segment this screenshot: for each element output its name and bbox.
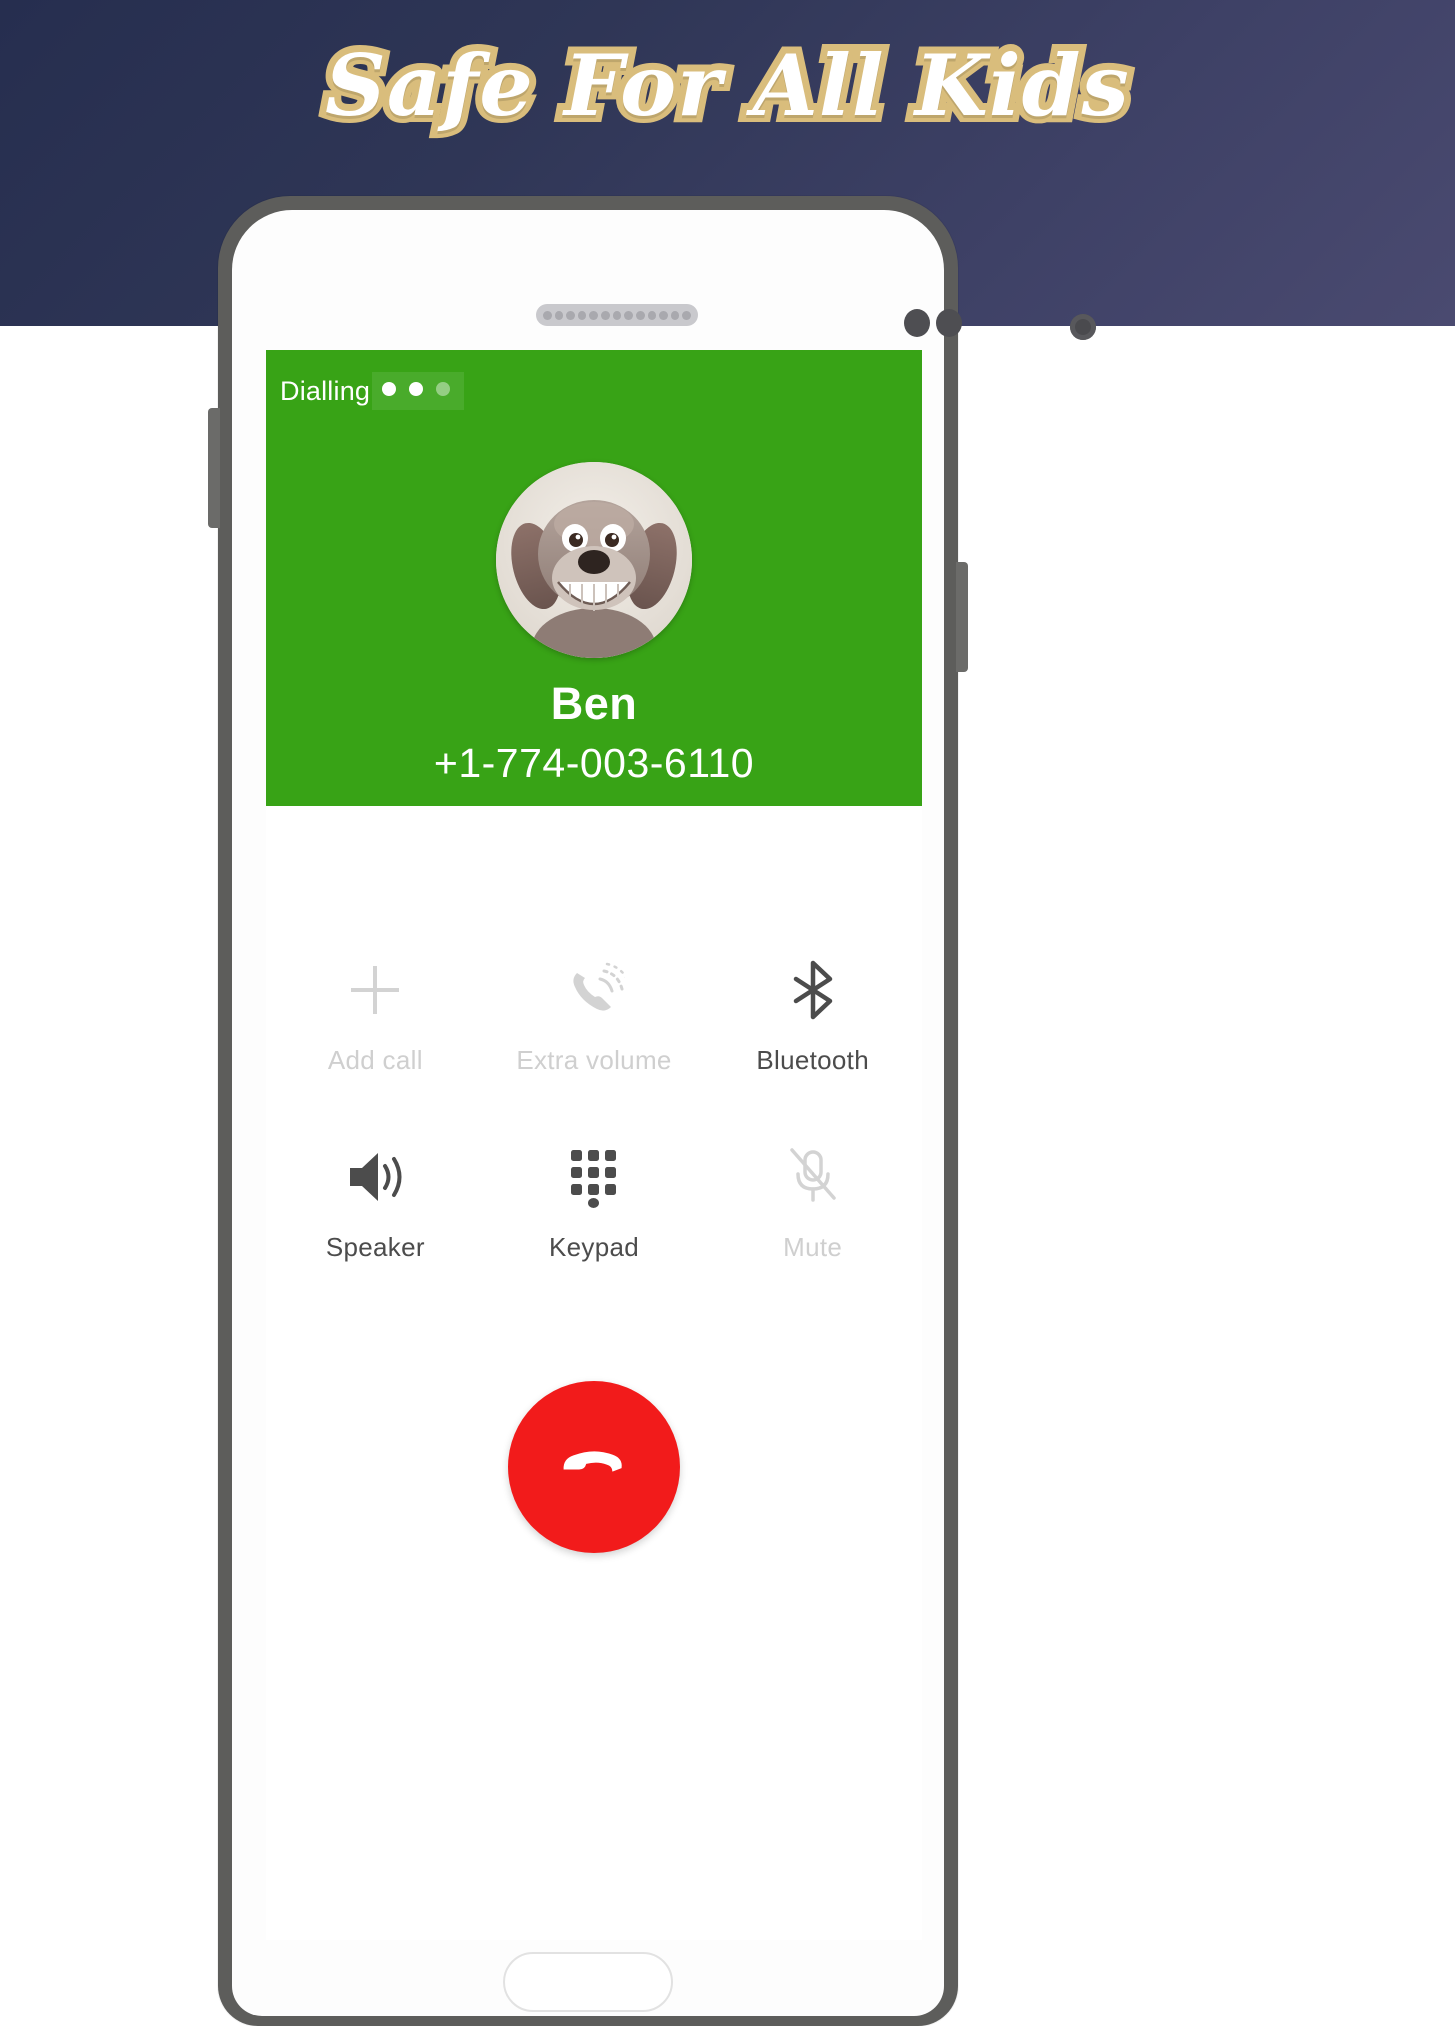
extra-volume-label: Extra volume: [516, 1045, 672, 1075]
home-button[interactable]: [503, 1952, 673, 2012]
banner-title: Safe For All Kids: [318, 29, 1136, 142]
add-call-button[interactable]: Add call: [266, 951, 485, 1076]
dog-avatar-art: [496, 462, 692, 658]
mute-button[interactable]: Mute: [703, 1138, 922, 1263]
dialling-dots-icon: [372, 372, 465, 410]
keypad-button[interactable]: Keypad: [485, 1138, 704, 1263]
end-call-button[interactable]: [508, 1381, 680, 1553]
call-status-label: Dialling: [280, 375, 371, 406]
contact-name: Ben: [550, 678, 638, 729]
end-call-area: [266, 1381, 922, 1553]
bluetooth-button[interactable]: Bluetooth: [703, 951, 922, 1076]
mute-label: Mute: [783, 1232, 843, 1262]
phone-screen: Dialling Ben +1-774-003-6110 Add call Ex…: [266, 350, 922, 1940]
phone-mockup: Dialling Ben +1-774-003-6110 Add call Ex…: [208, 196, 1096, 2026]
extra-volume-button[interactable]: Extra volume: [485, 951, 704, 1076]
call-header: Dialling Ben +1-774-003-6110: [266, 350, 922, 806]
end-call-handset-icon: [546, 1439, 642, 1496]
proximity-sensor-icon: [904, 309, 962, 337]
volume-button[interactable]: [208, 408, 220, 528]
contact-number: +1-774-003-6110: [433, 740, 755, 786]
speaker-button[interactable]: Speaker: [266, 1138, 485, 1263]
dog-avatar-icon: [496, 462, 692, 658]
keypad-label: Keypad: [549, 1232, 639, 1262]
call-controls: Add call Extra volume Bluetooth Speaker …: [266, 806, 922, 1553]
earpiece-speaker-icon: [536, 304, 698, 326]
call-volume-icon: [563, 951, 625, 1029]
bluetooth-icon: [784, 951, 842, 1029]
call-status: Dialling: [280, 372, 465, 410]
power-button[interactable]: [956, 562, 968, 672]
front-camera-icon: [1070, 314, 1096, 340]
speaker-icon: [344, 1138, 406, 1216]
plus-icon: [345, 951, 405, 1029]
bluetooth-label: Bluetooth: [756, 1045, 869, 1075]
call-controls-row-2: Speaker Keypad Mute: [266, 1138, 922, 1263]
mute-mic-icon: [786, 1138, 840, 1216]
phone-body: Dialling Ben +1-774-003-6110 Add call Ex…: [232, 210, 1096, 2016]
keypad-icon: [567, 1138, 621, 1216]
add-call-label: Add call: [327, 1045, 423, 1075]
avatar: [496, 462, 692, 658]
speaker-label: Speaker: [325, 1232, 425, 1262]
call-controls-row-1: Add call Extra volume Bluetooth: [266, 951, 922, 1076]
